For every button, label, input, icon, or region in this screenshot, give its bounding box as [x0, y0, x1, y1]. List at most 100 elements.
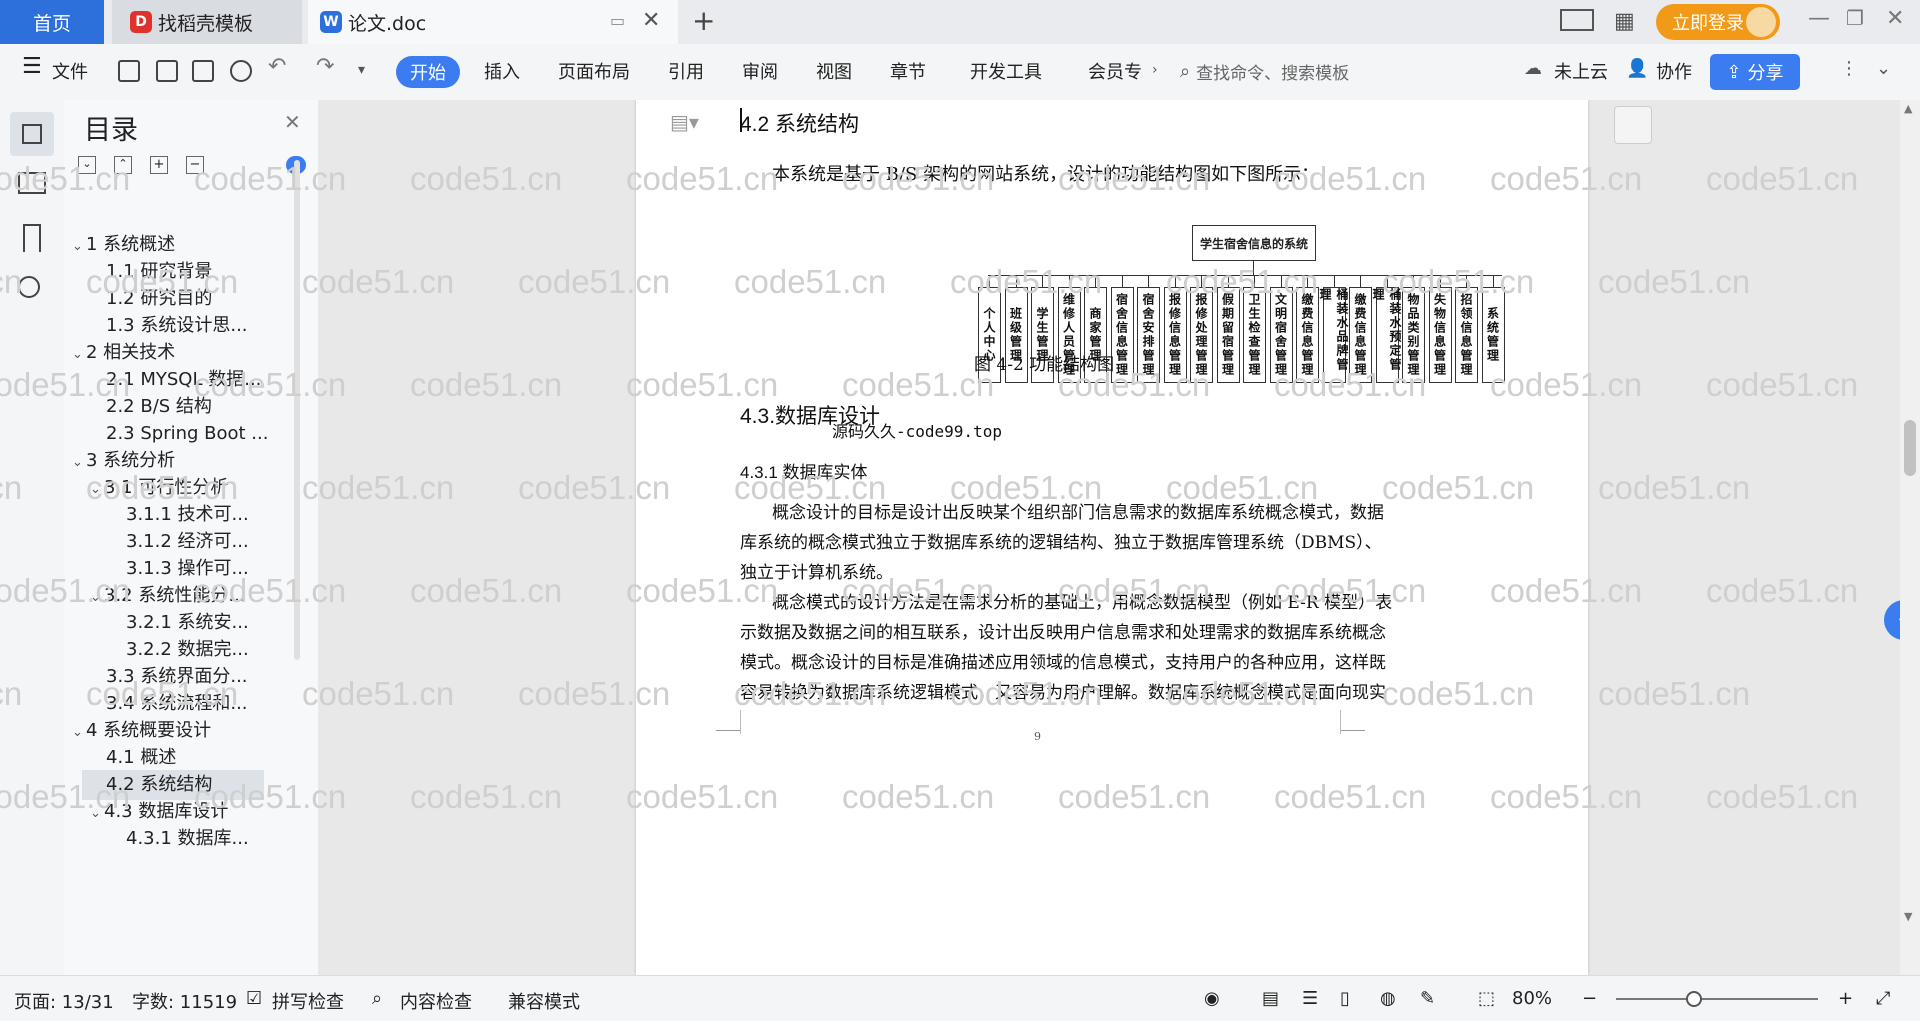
web-view-icon[interactable]: ◍ [1380, 988, 1396, 1009]
toc-item[interactable]: 2.2 B/S 结构 [64, 392, 212, 422]
collab-button[interactable]: 协作 [1656, 58, 1692, 84]
tab-reference[interactable]: 引用 [668, 58, 704, 84]
save-icon[interactable] [118, 60, 140, 82]
page-counter[interactable]: 页面: 13/31 [14, 988, 114, 1014]
window-mode-icon[interactable]: ▭ [610, 11, 625, 30]
undo-icon[interactable]: ↶ [268, 54, 286, 79]
node-connector [1307, 275, 1308, 287]
tab-review[interactable]: 审阅 [742, 58, 778, 84]
toc-item[interactable]: 4.1 概述 [64, 743, 176, 773]
toc-item[interactable]: 1.1 研究背景 [64, 257, 212, 287]
floating-tool-icon[interactable] [1614, 106, 1652, 144]
word-count[interactable]: 字数: 11519 [132, 988, 237, 1014]
outline-icon[interactable] [18, 172, 46, 194]
menu-icon[interactable]: ☰ [22, 54, 42, 79]
new-tab-icon[interactable]: + [692, 4, 715, 37]
toc-item[interactable]: 4.2 系统结构 [82, 770, 264, 800]
node-connector [1095, 275, 1096, 287]
cloud-status[interactable]: 未上云 [1554, 58, 1608, 84]
search-panel-icon[interactable] [18, 276, 40, 298]
toc-item-label: 4.2 系统结构 [106, 774, 213, 795]
eye-protect-icon[interactable]: ◉ [1204, 988, 1220, 1009]
tab-more-icon[interactable]: › [1152, 62, 1158, 78]
tab-home[interactable]: 首页 [0, 0, 104, 44]
outline-view-icon[interactable]: ☰ [1302, 988, 1318, 1009]
apps-grid-icon[interactable]: ▦ [1614, 9, 1635, 34]
expand-all-icon[interactable]: ⌄ [78, 156, 96, 174]
fullscreen-icon[interactable]: ⤢ [1876, 988, 1890, 1009]
toc-title: 目录 [84, 115, 138, 146]
toc-item[interactable]: ⌄ 3.2 系统性能分... [64, 581, 246, 611]
collapse-all-icon[interactable]: ⌃ [114, 156, 132, 174]
login-button[interactable]: 立即登录 [1656, 4, 1780, 40]
add-heading-icon[interactable]: + [150, 156, 168, 174]
toc-item[interactable]: 3.2.2 数据完... [64, 635, 249, 665]
toc-scrollbar[interactable] [294, 160, 300, 660]
node-connector [1201, 275, 1202, 287]
toc-item[interactable]: ⌄ 4.3 数据库设计 [64, 797, 228, 827]
zoom-slider-thumb[interactable] [1686, 991, 1702, 1007]
tab-template[interactable]: D 找稻壳模板 [112, 0, 302, 44]
more-chevron-icon[interactable]: ▾ [358, 62, 365, 78]
print-icon[interactable] [192, 60, 214, 82]
restore-icon[interactable]: ❐ [1846, 6, 1864, 30]
toc-item[interactable]: 3.1.2 经济可... [64, 527, 249, 557]
layout-icon[interactable] [1560, 9, 1594, 31]
more-options-icon[interactable]: ⋮ [1840, 58, 1858, 79]
redo-icon[interactable]: ↷ [316, 54, 334, 79]
toc-item[interactable]: 1.2 研究目的 [64, 284, 212, 314]
close-window-icon[interactable]: ✕ [1886, 6, 1904, 31]
toc-item[interactable]: 2.1 MYSQL 数据... [64, 365, 261, 395]
tab-document[interactable]: W 论文.doc ▭ ✕ [308, 0, 678, 44]
tab-devtools[interactable]: 开发工具 [970, 58, 1042, 84]
vertical-scrollbar[interactable]: ▲ ▼ [1900, 100, 1920, 975]
remove-heading-icon[interactable]: − [186, 156, 204, 174]
toc-panel-icon[interactable] [10, 112, 54, 156]
toc-item[interactable]: 1.3 系统设计思... [64, 311, 248, 341]
toc-item[interactable]: ⌄ 3 系统分析 [64, 446, 175, 476]
tab-start[interactable]: 开始 [396, 56, 460, 88]
scroll-thumb[interactable] [1904, 420, 1916, 476]
share-button[interactable]: ⇪ 分享 [1710, 54, 1800, 90]
collapse-ribbon-icon[interactable]: ⌄ [1876, 58, 1891, 79]
tab-member[interactable]: 会员专 [1088, 58, 1142, 84]
toc-item-label: 3.1.3 操作可... [126, 558, 249, 579]
toc-item[interactable]: 2.3 Spring Boot ... [64, 419, 268, 449]
toc-item[interactable]: 3.3 系统界面分... [64, 662, 248, 692]
toc-item[interactable]: 3.1.3 操作可... [64, 554, 249, 584]
page-view-icon[interactable]: ▤ [1262, 988, 1279, 1009]
tab-view[interactable]: 视图 [816, 58, 852, 84]
content-check-button[interactable]: 内容检查 [400, 988, 472, 1014]
reading-view-icon[interactable]: ▯ [1340, 988, 1350, 1009]
zoom-out-icon[interactable]: − [1582, 988, 1597, 1009]
toc-item[interactable]: ⌄ 4 系统概要设计 [64, 716, 211, 746]
document-canvas: ▤▾ 4.2 系统结构 本系统是基于 B/S 架构的网站系统，设计的功能结构图如… [318, 100, 1920, 975]
para-menu-icon[interactable]: ▤▾ [670, 110, 699, 134]
zoom-level[interactable]: 80% [1512, 988, 1552, 1009]
minimize-icon[interactable]: — [1808, 6, 1830, 31]
toc-item[interactable]: ⌄ 1 系统概述 [64, 230, 175, 260]
toc-item[interactable]: ⌄ 2 相关技术 [64, 338, 175, 368]
tab-chapter[interactable]: 章节 [890, 58, 926, 84]
zoom-in-icon[interactable]: + [1838, 988, 1853, 1009]
bookmark-icon[interactable] [23, 224, 41, 252]
preview-icon[interactable] [230, 60, 252, 82]
toc-item[interactable]: 3.2.1 系统安... [64, 608, 249, 638]
zoom-slider-track[interactable] [1616, 998, 1818, 1000]
tab-insert[interactable]: 插入 [484, 58, 520, 84]
write-mode-icon[interactable]: ✎ [1420, 988, 1435, 1009]
node-connector [1015, 275, 1017, 287]
diagram-node: 假期留宿管理 [1216, 287, 1240, 383]
toc-item[interactable]: 3.4 系统流程和... [64, 689, 248, 719]
export-icon[interactable] [156, 60, 178, 82]
toc-item[interactable]: 3.1.1 技术可... [64, 500, 249, 530]
file-menu[interactable]: 文件 [52, 58, 88, 84]
close-panel-icon[interactable]: ✕ [284, 110, 301, 134]
close-tab-icon[interactable]: ✕ [642, 8, 660, 33]
fit-page-icon[interactable]: ⬚ [1478, 988, 1495, 1009]
spell-check-button[interactable]: 拼写检查 [272, 988, 344, 1014]
command-search[interactable]: ⌕ 查找命令、搜索模板 [1180, 56, 1380, 86]
toc-item[interactable]: 4.3.1 数据库... [64, 824, 249, 854]
tab-page-layout[interactable]: 页面布局 [558, 58, 630, 84]
toc-item[interactable]: ⌄ 3.1 可行性分析 [64, 473, 228, 503]
